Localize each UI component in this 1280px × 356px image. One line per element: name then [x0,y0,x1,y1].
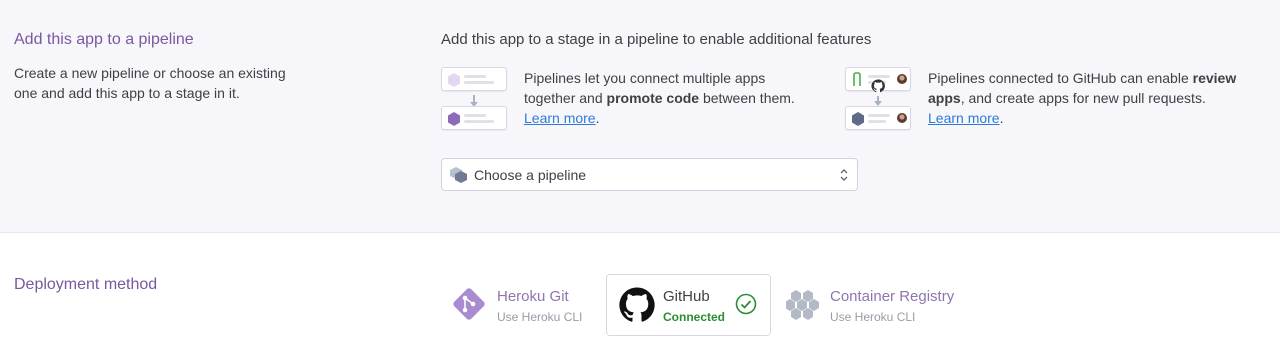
pipeline-section: Add this app to a pipeline Create a new … [0,0,1280,233]
pipeline-hex-icon [450,167,467,183]
promote-illustration [441,67,509,131]
method-name: Container Registry [830,288,955,305]
deployment-method-title: Deployment method [14,276,158,293]
review-apps-illustration [845,67,913,131]
avatar [897,113,907,123]
branch-icon [853,72,861,86]
git-icon [453,288,485,320]
deploy-method-github[interactable]: GitHub Connected [606,274,771,336]
feature-review-text: Pipelines connected to GitHub can enable… [928,68,1268,128]
feature-promote-bold: promote code [606,90,700,106]
learn-more-promote-link[interactable]: Learn more [524,110,596,126]
feature-review-text-after: , and create apps for new pull requests. [960,90,1206,106]
method-subtitle: Use Heroku CLI [830,310,916,324]
method-name: GitHub [663,288,710,305]
method-subtitle: Connected [663,310,726,324]
container-icon [786,290,819,320]
hex-icon [448,112,460,126]
hex-icon [448,73,460,87]
choose-pipeline-select[interactable]: Choose a pipeline [441,158,858,191]
method-subtitle: Use Heroku CLI [497,310,583,324]
arrow-down-icon [470,95,478,107]
method-name: Heroku Git [497,288,569,305]
feature-promote-text: Pipelines let you connect multiple apps … [524,68,814,128]
github-icon [619,287,655,322]
pipeline-section-description: Create a new pipeline or choose an exist… [14,65,286,101]
chevron-up-down-icon [840,169,848,181]
hex-icon [852,112,864,126]
deploy-method-heroku-git[interactable]: Heroku Git Use Heroku CLI [446,274,598,336]
arrow-down-icon [874,96,882,106]
deploy-method-container-registry[interactable]: Container Registry Use Heroku CLI [782,274,962,336]
pipeline-intro-text: Add this app to a stage in a pipeline to… [441,31,872,48]
choose-pipeline-label: Choose a pipeline [474,167,587,183]
feature-promote-text-after: between them. [699,90,795,106]
github-small-icon [871,79,885,93]
pipeline-section-title: Add this app to a pipeline [14,31,194,48]
avatar [897,74,907,84]
learn-more-review-link[interactable]: Learn more [928,110,1000,126]
feature-review-text-before: Pipelines connected to GitHub can enable [928,70,1193,86]
check-circle-icon [735,293,757,315]
feature-review-link-suffix: . [999,110,1004,126]
feature-promote-link-suffix: . [595,110,600,126]
